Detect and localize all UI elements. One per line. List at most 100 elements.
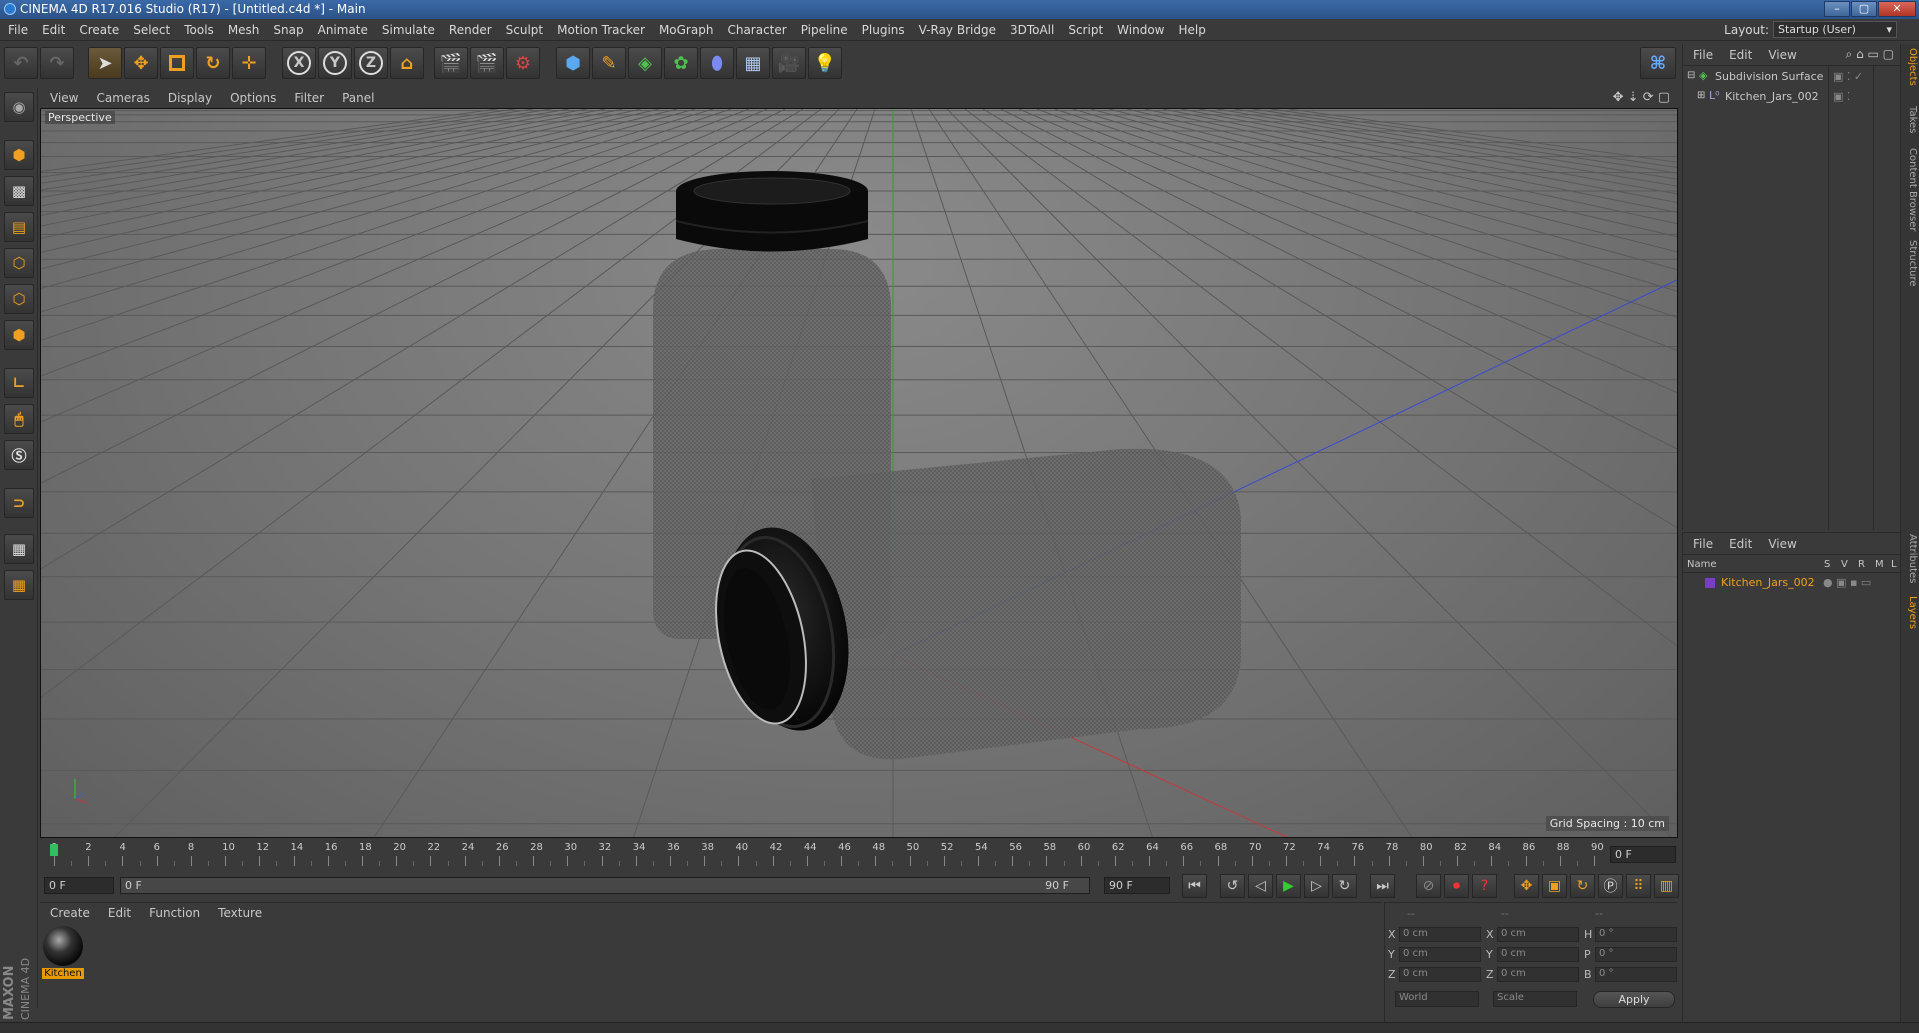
keyframe-selection-button[interactable]: ? — [1472, 874, 1497, 898]
object-row-subdivision[interactable]: ⊟ ◈ Subdivision Surface ▣ ⁚ ✓ — [1683, 68, 1901, 86]
minimize-button[interactable]: – — [1824, 1, 1850, 17]
point-level-key-button[interactable]: ⠿ — [1626, 874, 1651, 898]
parameter-key-button[interactable]: Ⓟ — [1598, 874, 1623, 898]
x-axis-button[interactable]: X — [282, 47, 316, 79]
add-cube-button[interactable]: ⬢ — [556, 47, 590, 79]
position-x-field[interactable]: 0 cm — [1399, 927, 1481, 942]
menu-edit[interactable]: Edit — [34, 19, 71, 41]
layer-menu-view[interactable]: View — [1758, 533, 1802, 551]
timeline-window-button[interactable]: ▥ — [1654, 874, 1679, 898]
previous-frame-button[interactable]: ◁ — [1248, 874, 1273, 898]
menu-simulate[interactable]: Simulate — [374, 19, 441, 41]
menu-window[interactable]: Window — [1109, 19, 1170, 41]
live-selection-button[interactable]: ➤ — [88, 47, 122, 79]
object-menu-view[interactable]: View — [1758, 44, 1802, 62]
add-mograph-button[interactable]: ✿ — [664, 47, 698, 79]
size-z-field[interactable]: 0 cm — [1497, 967, 1579, 982]
edges-mode-button[interactable]: ⬡ — [4, 284, 34, 314]
menu-sculpt[interactable]: Sculpt — [498, 19, 549, 41]
layer-toggle-icons[interactable]: ● ▣ ▪ ▭ — [1823, 576, 1871, 589]
add-light-button[interactable]: 💡 — [808, 47, 842, 79]
position-key-button[interactable]: ✥ — [1514, 874, 1539, 898]
material-menu-texture[interactable]: Texture — [208, 903, 270, 920]
object-manager-tool-icons[interactable]: ⌕ ⌂ ▭ ▢ — [1846, 47, 1894, 62]
layer-menu-file[interactable]: File — [1683, 533, 1719, 551]
undo-button[interactable]: ↶ — [4, 47, 38, 79]
menu-file[interactable]: File — [0, 19, 34, 41]
autokeying-button[interactable]: ⏺ — [1444, 874, 1469, 898]
add-deformer-button[interactable]: ⬮ — [700, 47, 734, 79]
menu-help[interactable]: Help — [1170, 19, 1211, 41]
render-picture-viewer-button[interactable]: 🎬 — [470, 47, 504, 79]
add-floor-button[interactable]: ▦ — [736, 47, 770, 79]
object-visibility-dots[interactable]: ▣ ⁚ — [1833, 90, 1850, 103]
tab-takes[interactable]: Takes — [1903, 106, 1918, 133]
go-to-end-button[interactable]: ⏭ — [1370, 874, 1395, 898]
timeline-ruler[interactable]: 0246810121416182022242628303234363840424… — [40, 840, 1678, 870]
menu-create[interactable]: Create — [71, 19, 125, 41]
material-menu-function[interactable]: Function — [139, 903, 208, 920]
texture-mode-button[interactable]: ▩ — [4, 176, 34, 206]
size-y-field[interactable]: 0 cm — [1497, 947, 1579, 962]
next-keyframe-button[interactable]: ↻ — [1332, 874, 1357, 898]
start-frame-field[interactable]: 0 F — [44, 877, 114, 894]
workplane-mode-button[interactable]: ▤ — [4, 212, 34, 242]
recent-tool-button[interactable]: ✛ — [232, 47, 266, 79]
points-mode-button[interactable]: ⬡ — [4, 248, 34, 278]
menu-mograph[interactable]: MoGraph — [651, 19, 720, 41]
rotation-p-field[interactable]: 0 ° — [1595, 947, 1677, 962]
layer-row[interactable]: Kitchen_Jars_002 ● ▣ ▪ ▭ — [1683, 575, 1901, 591]
menu-mesh[interactable]: Mesh — [220, 19, 266, 41]
viewport-menu-display[interactable]: Display — [158, 88, 220, 105]
tab-structure[interactable]: Structure — [1903, 240, 1918, 287]
menu-character[interactable]: Character — [719, 19, 792, 41]
end-frame-field[interactable]: 90 F — [1104, 877, 1170, 894]
collapse-icon[interactable]: ⊟ — [1687, 70, 1695, 81]
object-menu-edit[interactable]: Edit — [1719, 44, 1758, 62]
scale-tool-button[interactable] — [160, 47, 194, 79]
menu-animate[interactable]: Animate — [310, 19, 374, 41]
size-x-field[interactable]: 0 cm — [1497, 927, 1579, 942]
record-active-objects-button[interactable]: ⊘ — [1416, 874, 1441, 898]
magnet-tool-button[interactable]: ⊃ — [4, 488, 34, 518]
object-row-kitchen-jars[interactable]: ⊞ L⁰ Kitchen_Jars_002 ▣ ⁚ — [1683, 88, 1901, 106]
next-frame-button[interactable]: ▷ — [1304, 874, 1329, 898]
redo-button[interactable]: ↷ — [40, 47, 74, 79]
axis-mode-button[interactable]: ∟ — [4, 368, 34, 398]
make-editable-button[interactable]: ◉ — [4, 92, 34, 122]
preview-range-slider[interactable]: 0 F 90 F — [120, 877, 1090, 894]
tab-attributes[interactable]: Attributes — [1903, 534, 1918, 583]
viewport-menu-filter[interactable]: Filter — [284, 88, 332, 105]
tab-layers[interactable]: Layers — [1903, 596, 1918, 629]
layer-menu-edit[interactable]: Edit — [1719, 533, 1758, 551]
add-subdivision-surface-button[interactable]: ◈ — [628, 47, 662, 79]
snapping-button[interactable]: Ⓢ — [4, 440, 34, 470]
menu-3dtoall[interactable]: 3DToAll — [1002, 19, 1060, 41]
playhead[interactable] — [50, 844, 58, 856]
play-button[interactable]: ▶ — [1276, 874, 1301, 898]
add-camera-button[interactable]: 🎥 — [772, 47, 806, 79]
viewport-menu-cameras[interactable]: Cameras — [86, 88, 157, 105]
render-view-button[interactable]: 🎬 — [434, 47, 468, 79]
expand-icon[interactable]: ⊞ — [1697, 90, 1705, 101]
previous-keyframe-button[interactable]: ↺ — [1220, 874, 1245, 898]
menu-plugins[interactable]: Plugins — [854, 19, 911, 41]
edit-render-settings-button[interactable]: ⚙ — [506, 47, 540, 79]
python-button[interactable]: ⌘ — [1640, 47, 1676, 79]
viewport-menu-panel[interactable]: Panel — [332, 88, 382, 105]
y-axis-button[interactable]: Y — [318, 47, 352, 79]
menu-tools[interactable]: Tools — [176, 19, 220, 41]
z-axis-button[interactable]: Z — [354, 47, 388, 79]
model-mode-button[interactable]: ⬢ — [4, 140, 34, 170]
rotation-b-field[interactable]: 0 ° — [1595, 967, 1677, 982]
go-to-start-button[interactable]: ⏮ — [1182, 874, 1207, 898]
size-mode-dropdown[interactable]: Scale — [1493, 991, 1577, 1007]
polygons-mode-button[interactable]: ⬢ — [4, 320, 34, 350]
current-frame-field[interactable]: 0 F — [1610, 846, 1676, 863]
coordinate-system-button[interactable]: ⌂ — [390, 47, 424, 79]
position-y-field[interactable]: 0 cm — [1399, 947, 1481, 962]
perspective-viewport[interactable]: Perspective Grid Spacing : 10 cm — [40, 108, 1678, 838]
rotation-h-field[interactable]: 0 ° — [1595, 927, 1677, 942]
locked-workplane-button[interactable]: ▦ — [4, 570, 34, 600]
rotation-key-button[interactable]: ↻ — [1570, 874, 1595, 898]
